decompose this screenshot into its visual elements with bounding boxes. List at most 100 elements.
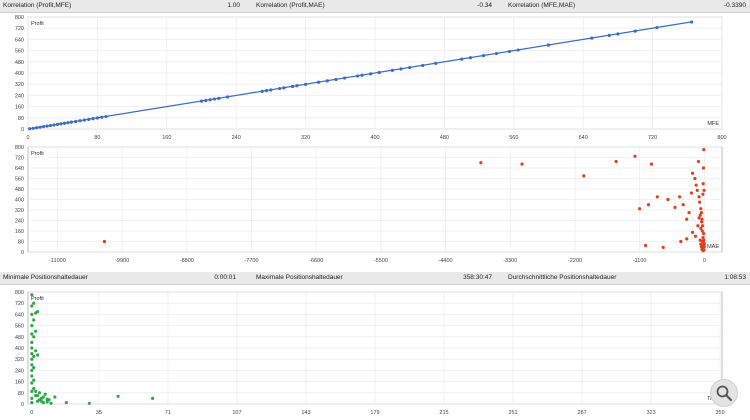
data-point	[481, 54, 486, 58]
data-point	[74, 119, 78, 124]
data-point	[78, 119, 82, 123]
data-point	[702, 148, 706, 152]
data-point	[694, 183, 698, 187]
data-point	[681, 203, 685, 207]
data-point	[38, 125, 42, 129]
data-point	[28, 127, 32, 131]
x-tick-label: 71	[165, 410, 171, 416]
data-point	[334, 77, 338, 82]
x-tick-label: 35	[96, 410, 102, 416]
data-point	[685, 217, 689, 221]
y-tick-label: 560	[15, 177, 24, 183]
x-tick-label: 480	[440, 135, 449, 141]
data-point	[43, 392, 47, 396]
y-tick-label: 320	[15, 357, 24, 363]
data-point	[269, 88, 273, 92]
data-point	[421, 63, 425, 68]
data-point	[695, 188, 699, 192]
data-point	[102, 239, 107, 244]
correlation-stats-bar: Korrelation (Profit,MFE) 1.00 Korrelatio…	[0, 0, 750, 13]
data-point	[277, 86, 282, 91]
data-point	[49, 401, 53, 405]
data-point	[616, 32, 620, 36]
data-point	[45, 124, 49, 128]
data-point	[34, 389, 38, 393]
data-point	[48, 123, 53, 128]
y-tick-label: 320	[15, 82, 24, 88]
data-point	[295, 84, 299, 88]
data-point	[698, 200, 702, 204]
data-point	[633, 29, 637, 33]
profit-mae-chart: -11000 -9900 -8800 -7700 -6600 -5500 -4400 -330…	[15, 145, 723, 264]
data-point	[655, 195, 659, 199]
data-point	[700, 220, 704, 224]
zoom-button[interactable]	[710, 379, 738, 407]
data-point	[304, 82, 308, 86]
data-point	[590, 36, 594, 40]
data-point	[30, 389, 34, 393]
data-point	[35, 394, 40, 398]
data-point	[693, 176, 697, 181]
x-tick-label: -9900	[115, 258, 129, 264]
data-point	[30, 352, 34, 356]
max-duration-value: 358:30:47	[463, 274, 492, 281]
y-tick-label: 240	[15, 219, 24, 225]
y-tick-label: 720	[15, 156, 24, 162]
data-point	[35, 310, 40, 314]
data-point	[30, 368, 34, 372]
data-point	[614, 159, 618, 164]
min-duration-label: Minimale Positionshaltedauer	[3, 274, 88, 281]
data-point	[698, 213, 702, 217]
data-point	[646, 203, 651, 207]
y-tick-label: 80	[18, 240, 24, 246]
y-tick-label: 800	[15, 290, 24, 296]
x-tick-label: 160	[162, 135, 171, 141]
x-tick-label: 0	[703, 258, 706, 264]
data-point	[360, 73, 364, 77]
data-point	[199, 99, 204, 103]
data-point	[55, 122, 60, 126]
data-point	[217, 96, 221, 100]
x-tick-label: 720	[648, 135, 657, 141]
x-tick-label: 640	[579, 135, 588, 141]
data-point	[30, 312, 34, 316]
data-point	[638, 207, 642, 211]
x-tick-label: 560	[509, 135, 518, 141]
y-tick-label: 480	[15, 187, 24, 193]
data-point	[701, 182, 705, 186]
profit-mfe-chart: 0 80 160 240 320 400 480 560 640 720 800 0 80 160 240 3…	[15, 15, 727, 141]
data-point	[39, 399, 44, 403]
x-tick-label: -7700	[244, 258, 258, 264]
data-point	[30, 396, 34, 400]
data-point	[62, 121, 67, 125]
data-point	[356, 74, 360, 78]
y-tick-label: 240	[15, 368, 24, 374]
data-point	[204, 98, 208, 103]
data-point	[607, 33, 611, 37]
data-point	[32, 378, 36, 382]
y-tick-label: 480	[15, 335, 24, 341]
corr-profit-mfe-label: Korrelation (Profit,MFE)	[3, 2, 72, 9]
data-point	[643, 243, 648, 248]
x-tick-label: 287	[577, 410, 586, 416]
y-tick-label: 400	[15, 71, 24, 77]
data-point	[408, 65, 412, 70]
data-point	[30, 401, 34, 405]
data-point	[30, 324, 34, 328]
y-tick-label: 0	[21, 250, 24, 256]
y-tick-label: 560	[15, 324, 24, 330]
data-point	[282, 86, 286, 90]
data-point	[520, 162, 524, 166]
data-point	[45, 397, 49, 401]
corr-mfe-mae-label: Korrelation (MFE,MAE)	[508, 2, 576, 9]
x-tick-label: 107	[232, 410, 241, 416]
data-point	[116, 394, 120, 398]
x-tick-label: 240	[232, 135, 241, 141]
data-point	[649, 162, 654, 166]
data-point	[30, 374, 34, 378]
data-point	[35, 126, 39, 130]
y-tick-label: 720	[15, 301, 24, 307]
data-point	[687, 211, 691, 215]
data-point	[91, 117, 95, 121]
data-point	[31, 126, 35, 130]
